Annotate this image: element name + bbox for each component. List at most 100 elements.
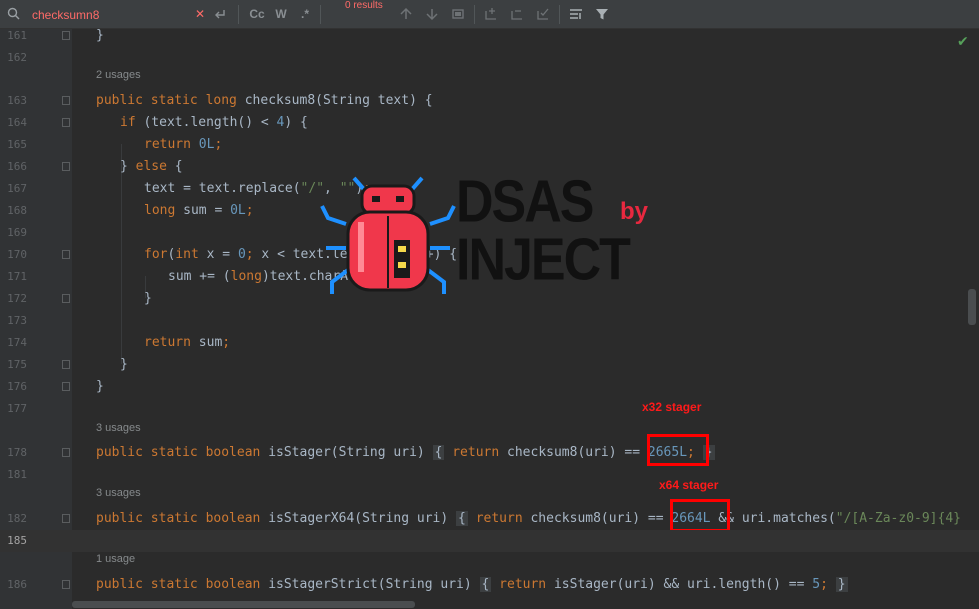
x64-stager-label: x64 stager — [659, 478, 719, 492]
horizontal-scrollbar[interactable] — [72, 601, 415, 608]
find-bar: checksumn8 ✕ Cc W .* 0 results — [0, 0, 979, 29]
code-text: return sum; — [144, 335, 231, 350]
line-number: 166 — [7, 160, 27, 173]
usages-hint[interactable]: 3 usages — [96, 422, 141, 434]
line-number: 185 — [7, 534, 27, 547]
code-text: long sum = 0L; — [144, 203, 254, 218]
dsas-logo: DSAS INJECT by — [318, 172, 664, 302]
logo-by: by — [620, 198, 649, 225]
line-number: 171 — [7, 270, 27, 283]
separator — [238, 5, 239, 24]
line-number: 163 — [7, 94, 27, 107]
usages-hint[interactable]: 1 usage — [96, 553, 135, 565]
code-text: } — [120, 357, 128, 372]
usages-hint[interactable]: 2 usages — [96, 69, 141, 81]
x32-stager-label: x32 stager — [642, 400, 702, 414]
code-line: 163 public static long checksum8(String … — [0, 90, 979, 112]
separator — [320, 5, 321, 24]
code-line: 181 — [0, 464, 979, 486]
words-icon[interactable]: W — [273, 6, 289, 22]
code-text: } — [144, 291, 152, 306]
logo-text-line1: DSAS — [456, 168, 594, 236]
code-text: public static boolean isStagerX64(String… — [96, 511, 961, 526]
bug-icon — [320, 176, 456, 294]
add-selection-icon[interactable] — [483, 6, 499, 22]
clear-icon[interactable]: ✕ — [192, 6, 208, 22]
code-text: public static boolean isStager(String ur… — [96, 445, 715, 460]
code-line: 174 return sum; — [0, 332, 979, 354]
remove-selection-icon[interactable] — [509, 6, 525, 22]
line-number: 164 — [7, 116, 27, 129]
line-number: 172 — [7, 292, 27, 305]
folded-icon[interactable] — [62, 514, 70, 523]
code-line: 175 } — [0, 354, 979, 376]
x64-highlight-box — [670, 499, 730, 532]
line-number: 169 — [7, 226, 27, 239]
folded-icon[interactable] — [62, 448, 70, 457]
separator — [559, 5, 560, 24]
line-number: 177 — [7, 402, 27, 415]
code-text: } else { — [120, 159, 183, 174]
separator — [474, 5, 475, 24]
code-line: 182 public static boolean isStagerX64(St… — [0, 508, 979, 530]
line-number: 186 — [7, 578, 27, 591]
fold-icon[interactable] — [62, 96, 70, 105]
line-number: 173 — [7, 314, 27, 327]
filter-icon[interactable] — [594, 6, 610, 22]
line-number: 165 — [7, 138, 27, 151]
prev-occurrence-icon[interactable] — [398, 6, 414, 22]
code-editor[interactable]: 161 } 162 2 usages 163 public static lon… — [0, 29, 979, 609]
code-line: 186 public static boolean isStagerStrict… — [0, 574, 979, 596]
code-line: 165 return 0L; — [0, 134, 979, 156]
results-count: 0 results — [345, 0, 383, 11]
fold-end-icon[interactable] — [62, 382, 70, 391]
line-number: 182 — [7, 512, 27, 525]
regex-icon[interactable]: .* — [297, 6, 313, 22]
line-number: 168 — [7, 204, 27, 217]
code-line: 162 — [0, 47, 979, 69]
code-line: 164 if (text.length() < 4) { — [0, 112, 979, 134]
match-case-icon[interactable]: Cc — [247, 6, 267, 22]
code-line: 173 — [0, 310, 979, 332]
code-text: public static boolean isStagerStrict(Str… — [96, 577, 848, 592]
exclude-icon[interactable] — [535, 6, 551, 22]
next-occurrence-icon[interactable] — [424, 6, 440, 22]
logo-text-line2: INJECT — [456, 226, 631, 294]
filter-settings-icon[interactable] — [568, 6, 584, 22]
search-field[interactable]: checksumn8 — [0, 0, 215, 29]
usages-hint[interactable]: 3 usages — [96, 487, 141, 499]
line-number: 181 — [7, 468, 27, 481]
vertical-scrollbar[interactable] — [968, 289, 976, 325]
x32-highlight-box — [647, 434, 709, 466]
select-all-icon[interactable] — [450, 6, 466, 22]
code-text: public static long checksum8(String text… — [96, 93, 433, 108]
fold-icon[interactable] — [62, 162, 70, 171]
fold-end-icon[interactable] — [62, 294, 70, 303]
fold-end-icon[interactable] — [62, 360, 70, 369]
fold-icon[interactable] — [62, 250, 70, 259]
fold-icon[interactable] — [62, 118, 70, 127]
line-number: 170 — [7, 248, 27, 261]
code-text: } — [96, 379, 104, 394]
line-number: 161 — [7, 29, 27, 42]
fold-end-icon[interactable] — [62, 31, 70, 40]
code-line: 176 } — [0, 376, 979, 398]
line-number: 162 — [7, 51, 27, 64]
code-text: } — [96, 29, 104, 43]
line-number: 174 — [7, 336, 27, 349]
line-number: 175 — [7, 358, 27, 371]
line-number: 176 — [7, 380, 27, 393]
code-line-current: 185 — [0, 530, 979, 552]
replace-icon[interactable] — [212, 6, 228, 22]
search-input[interactable]: checksumn8 — [32, 8, 99, 22]
code-text: if (text.length() < 4) { — [120, 115, 308, 130]
search-icon[interactable] — [6, 6, 22, 22]
line-number: 178 — [7, 446, 27, 459]
code-line: 161 } — [0, 29, 979, 47]
inspection-ok-icon[interactable]: ✔ — [957, 34, 969, 50]
folded-icon[interactable] — [62, 580, 70, 589]
line-number: 167 — [7, 182, 27, 195]
code-line: 177 — [0, 398, 979, 420]
code-text: return 0L; — [144, 137, 223, 152]
code-line: 178 public static boolean isStager(Strin… — [0, 442, 979, 464]
